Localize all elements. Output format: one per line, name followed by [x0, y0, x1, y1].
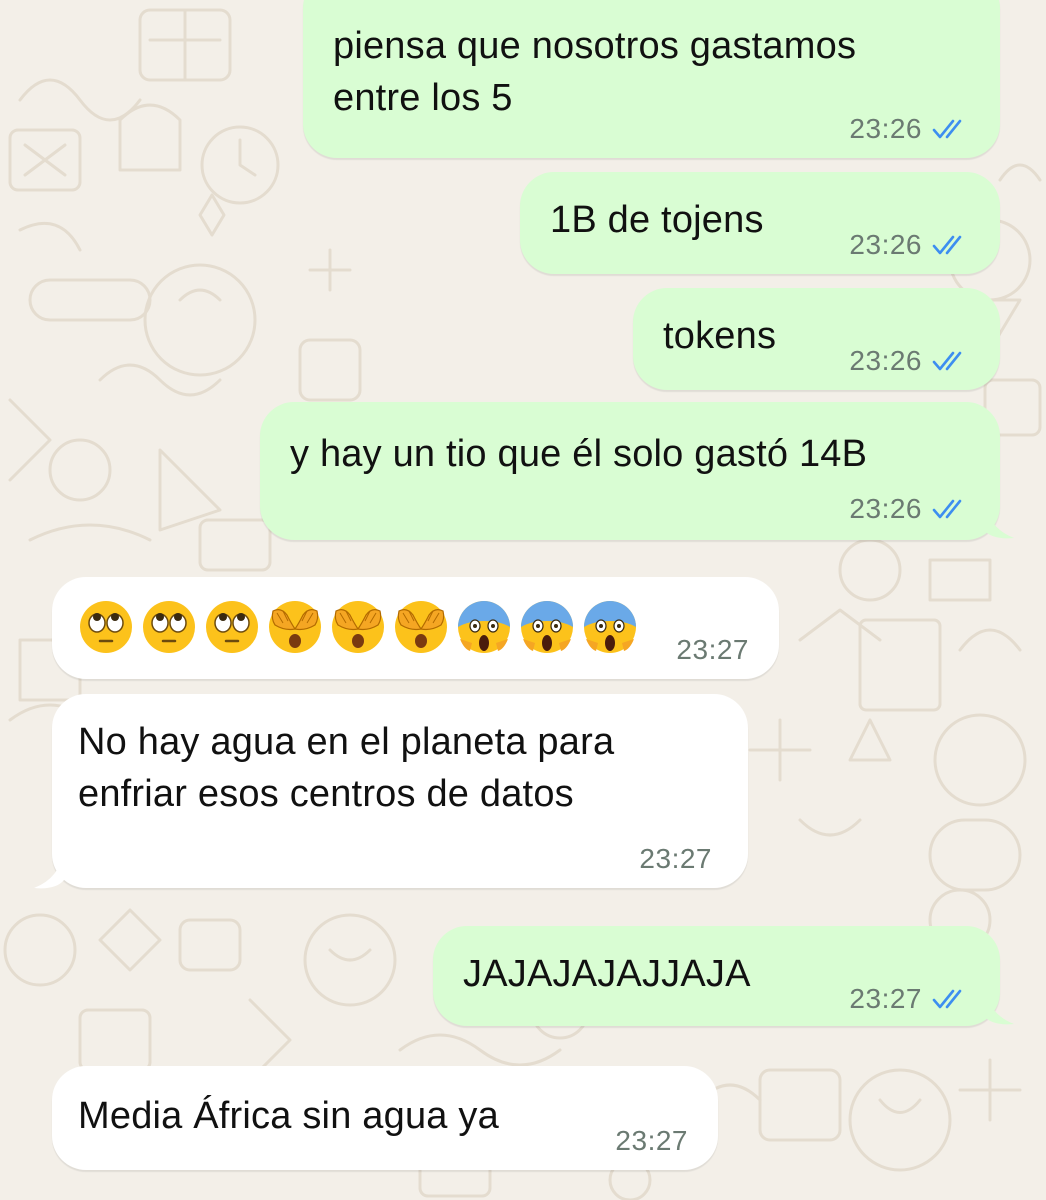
message-text: Media África sin agua ya	[78, 1095, 499, 1137]
message-meta: 23:26	[849, 346, 970, 376]
face-screaming-in-fear-icon	[458, 601, 510, 653]
message-meta: 23:26	[849, 230, 970, 260]
incoming-bubble-tail	[34, 850, 64, 889]
outgoing-bubble-tail	[984, 986, 1014, 1025]
message-meta: 23:26	[849, 494, 970, 524]
message-timestamp: 23:26	[849, 345, 922, 376]
message-timestamp: 23:26	[849, 229, 922, 260]
see-no-evil-face-icon	[269, 601, 321, 653]
message-timestamp: 23:27	[639, 843, 712, 874]
incoming-message-bubble[interactable]: 23:27	[52, 577, 779, 679]
see-no-evil-face-icon	[395, 601, 447, 653]
incoming-message-bubble[interactable]: No hay agua en el planeta para enfriar e…	[52, 694, 748, 888]
message-text: 1B de tojens	[550, 199, 764, 241]
outgoing-message-bubble[interactable]: JAJAJAJAJJAJA 23:27	[433, 926, 1000, 1026]
outgoing-message-bubble[interactable]: piensa que nosotros gastamos entre los 5…	[303, 0, 1000, 158]
see-no-evil-face-icon	[332, 601, 384, 653]
message-text: JAJAJAJAJJAJA	[463, 953, 751, 995]
message-text: piensa que nosotros gastamos entre los 5	[333, 25, 857, 119]
message-timestamp: 23:26	[849, 113, 922, 144]
message-timestamp: 23:27	[849, 983, 922, 1014]
incoming-message-bubble[interactable]: Media África sin agua ya 23:27	[52, 1066, 718, 1170]
message-meta: 23:27	[615, 1126, 688, 1156]
face-with-rolling-eyes-icon	[80, 601, 132, 653]
message-meta: 23:27	[639, 844, 712, 874]
message-text: tokens	[663, 315, 777, 357]
outgoing-bubble-tail	[984, 500, 1014, 539]
double-check-icon	[932, 235, 962, 255]
message-meta: 23:26	[849, 114, 970, 144]
message-list[interactable]: piensa que nosotros gastamos entre los 5…	[0, 0, 1046, 1200]
face-with-rolling-eyes-icon	[206, 601, 258, 653]
message-timestamp: 23:27	[615, 1125, 688, 1156]
message-text: No hay agua en el planeta para enfriar e…	[78, 721, 615, 815]
message-timestamp: 23:26	[849, 493, 922, 524]
double-check-icon	[932, 119, 962, 139]
message-timestamp: 23:27	[676, 634, 749, 665]
message-meta: 23:27	[676, 635, 749, 665]
outgoing-message-bubble[interactable]: 1B de tojens 23:26	[520, 172, 1000, 274]
face-screaming-in-fear-icon	[521, 601, 573, 653]
face-with-rolling-eyes-icon	[143, 601, 195, 653]
face-screaming-in-fear-icon	[584, 601, 636, 653]
emoji-row	[78, 599, 638, 655]
outgoing-message-bubble[interactable]: tokens 23:26	[633, 288, 1000, 390]
double-check-icon	[932, 351, 962, 371]
double-check-icon	[932, 499, 962, 519]
message-meta: 23:27	[849, 984, 970, 1014]
outgoing-message-bubble[interactable]: y hay un tio que él solo gastó 14B 23:26	[260, 402, 1000, 540]
message-text: y hay un tio que él solo gastó 14B	[290, 433, 868, 475]
double-check-icon	[932, 989, 962, 1009]
